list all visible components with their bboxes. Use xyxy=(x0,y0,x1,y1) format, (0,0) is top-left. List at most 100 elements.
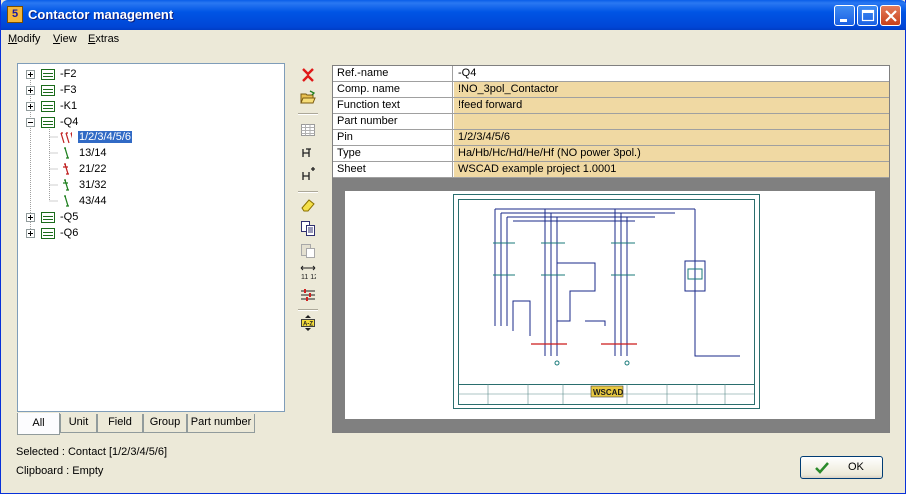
property-row[interactable]: Pin 1/2/3/4/5/6 xyxy=(333,130,889,146)
tree-node-f2[interactable]: -F2 xyxy=(18,67,278,83)
tree-node-label: 43/44 xyxy=(79,195,107,207)
close-icon xyxy=(885,10,897,22)
settings-icon xyxy=(301,289,315,301)
minimize-button[interactable] xyxy=(834,5,855,26)
tree-node-contact-31-32[interactable]: 31/32 xyxy=(18,178,278,194)
device-icon xyxy=(41,117,55,128)
property-row[interactable]: Type Ha/Hb/Hc/Hd/He/Hf (NO power 3pol.) xyxy=(333,146,889,162)
property-name: Ref.-name xyxy=(333,66,453,81)
component-tree[interactable]: -F2 -F3 -K1 -Q4 1/2/3/4/5/6 13/14 21/22 … xyxy=(17,63,285,412)
menu-bar: Modify View Extras xyxy=(1,30,905,50)
table-button[interactable] xyxy=(297,120,319,140)
svg-text:11 12: 11 12 xyxy=(301,274,316,280)
checkmark-icon xyxy=(815,462,829,474)
tree-node-contact-1-6[interactable]: 1/2/3/4/5/6 xyxy=(18,130,278,146)
tab-unit[interactable]: Unit xyxy=(60,414,97,433)
numbering-button[interactable]: 11 12 xyxy=(297,262,319,282)
device-icon xyxy=(41,85,55,96)
title-bar[interactable]: 5 Contactor management xyxy=(1,0,906,30)
eraser-icon xyxy=(301,199,315,212)
tab-all[interactable]: All xyxy=(17,413,60,435)
vertical-toolbar: 11 12 A-Z xyxy=(295,60,321,340)
open-button[interactable] xyxy=(297,88,319,108)
property-name: Comp. name xyxy=(333,82,453,97)
tree-node-contact-13-14[interactable]: 13/14 xyxy=(18,146,278,162)
tab-group[interactable]: Group xyxy=(143,414,187,433)
property-value[interactable]: -Q4 xyxy=(454,66,889,81)
tree-node-f3[interactable]: -F3 xyxy=(18,83,278,99)
contact-icon xyxy=(302,148,311,157)
expand-icon[interactable] xyxy=(26,229,35,238)
property-value[interactable]: !NO_3pol_Contactor xyxy=(454,82,889,97)
property-value[interactable]: 1/2/3/4/5/6 xyxy=(454,130,889,145)
tree-node-q4[interactable]: -Q4 xyxy=(18,115,278,131)
menu-modify-hotkey: M xyxy=(8,33,18,45)
copy-icon xyxy=(301,221,315,236)
contact-button[interactable] xyxy=(297,143,319,163)
property-row[interactable]: Ref.-name -Q4 xyxy=(333,66,889,82)
property-row[interactable]: Function text !feed forward xyxy=(333,98,889,114)
ok-button-label: OK xyxy=(848,461,864,473)
tree-node-label: -F2 xyxy=(60,68,77,80)
window-title: Contactor management xyxy=(28,7,174,22)
tree-node-label: 13/14 xyxy=(79,147,107,159)
maximize-button[interactable] xyxy=(857,5,878,26)
preview-sheet: WSCAD xyxy=(345,191,875,419)
property-row[interactable]: Sheet WSCAD example project 1.0001 xyxy=(333,162,889,178)
property-row[interactable]: Part number xyxy=(333,114,889,130)
ok-button[interactable]: OK xyxy=(800,456,883,479)
property-name: Function text xyxy=(333,98,453,113)
device-icon xyxy=(41,228,55,239)
property-value[interactable] xyxy=(454,114,889,129)
property-value[interactable]: Ha/Hb/Hc/Hd/He/Hf (NO power 3pol.) xyxy=(454,146,889,161)
tree-node-label-selected: 1/2/3/4/5/6 xyxy=(77,130,133,144)
menu-view-rest: iew xyxy=(60,33,77,45)
expand-icon[interactable] xyxy=(26,213,35,222)
contact-plus-button[interactable] xyxy=(297,165,319,185)
property-value[interactable]: WSCAD example project 1.0001 xyxy=(454,162,889,177)
rename-button[interactable]: A-Z xyxy=(297,313,319,333)
toolbar-separator xyxy=(298,191,318,193)
tree-node-label: -Q6 xyxy=(60,227,79,239)
expand-icon[interactable] xyxy=(26,70,35,79)
tree-node-contact-21-22[interactable]: 21/22 xyxy=(18,162,278,178)
property-row[interactable]: Comp. name !NO_3pol_Contactor xyxy=(333,82,889,98)
tree-node-k1[interactable]: -K1 xyxy=(18,99,278,115)
tree-node-label: 31/32 xyxy=(79,179,107,191)
expand-icon[interactable] xyxy=(26,86,35,95)
menu-modify-rest: odify xyxy=(17,33,41,45)
toolbar-separator xyxy=(298,113,318,115)
tree-node-contact-43-44[interactable]: 43/44 xyxy=(18,194,278,210)
status-clipboard: Clipboard : Empty xyxy=(16,465,104,477)
nc-contact-icon xyxy=(63,163,69,175)
menu-modify[interactable]: Modify xyxy=(8,33,40,45)
menu-extras[interactable]: Extras xyxy=(88,33,119,45)
menu-view[interactable]: View xyxy=(53,33,77,45)
device-icon xyxy=(41,212,55,223)
properties-grid[interactable]: Ref.-name -Q4 Comp. name !NO_3pol_Contac… xyxy=(332,65,890,178)
svg-text:A-Z: A-Z xyxy=(303,322,313,328)
tab-part-number[interactable]: Part number xyxy=(187,414,255,433)
tree-node-label: -F3 xyxy=(60,84,77,96)
tab-field[interactable]: Field xyxy=(97,414,143,433)
tree-node-q6[interactable]: -Q6 xyxy=(18,226,278,242)
status-selected: Selected : Contact [1/2/3/4/5/6] xyxy=(16,446,168,458)
tree-node-label: -Q5 xyxy=(60,211,79,223)
collapse-icon[interactable] xyxy=(26,118,35,127)
device-icon xyxy=(41,101,55,112)
no-contact-icon xyxy=(64,147,69,159)
numbering-icon: 11 12 xyxy=(300,265,316,280)
tree-node-q5[interactable]: -Q5 xyxy=(18,210,278,226)
delete-button[interactable] xyxy=(297,65,319,85)
settings-button[interactable] xyxy=(297,285,319,305)
three-pole-contact-icon xyxy=(60,132,72,144)
copy-button[interactable] xyxy=(297,218,319,238)
property-value[interactable]: !feed forward xyxy=(454,98,889,113)
eraser-button[interactable] xyxy=(297,195,319,215)
expand-icon[interactable] xyxy=(26,102,35,111)
paste-button[interactable] xyxy=(297,240,319,260)
close-button[interactable] xyxy=(880,5,901,26)
property-name: Type xyxy=(333,146,453,161)
no-contact-icon xyxy=(64,195,69,207)
tree-node-label: 21/22 xyxy=(79,163,107,175)
